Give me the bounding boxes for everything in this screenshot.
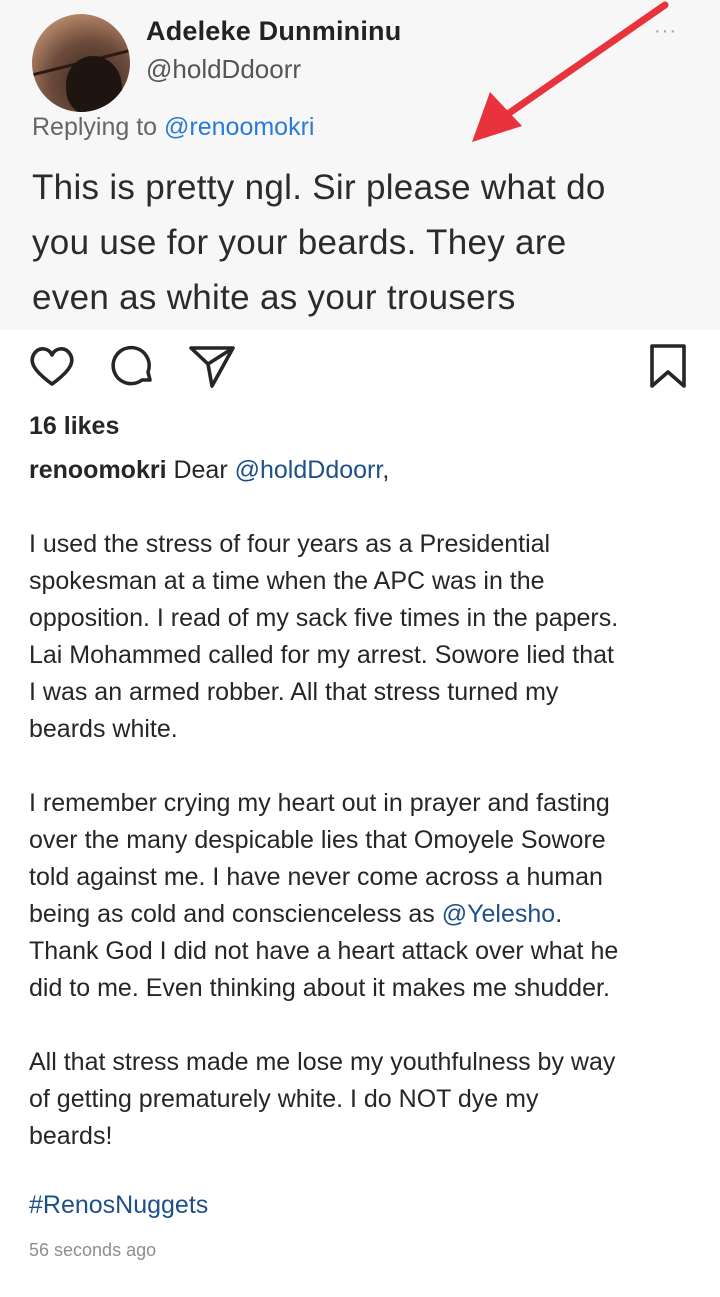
- caption-line: over the many despicable lies that Omoye…: [29, 826, 606, 854]
- caption-line: opposition. I read of my sack five times…: [29, 604, 619, 632]
- tweet-text-line: you use for your beards. They are: [32, 223, 567, 262]
- comment-bubble-icon[interactable]: [106, 340, 158, 392]
- caption-line: spokesman at a time when the APC was in …: [29, 567, 545, 595]
- caption-line: I used the stress of four years as a Pre…: [29, 530, 551, 558]
- replying-to-mention: @renoomokri: [164, 113, 315, 141]
- caption-mention-yelesho[interactable]: @Yelesho: [442, 900, 555, 928]
- hashtag-link[interactable]: #RenosNuggets: [29, 1191, 208, 1220]
- caption-line: Lai Mohammed called for my arrest. Sowor…: [29, 641, 614, 669]
- caption-line: being as cold and conscienceless as: [29, 900, 442, 928]
- caption-line: did to me. Even thinking about it makes …: [29, 974, 610, 1002]
- tweet-text-line: This is pretty ngl. Sir please what do: [32, 168, 606, 207]
- instagram-post-page: Adeleke Dunmininu @holdDdoorr ··· Replyi…: [0, 0, 720, 1297]
- greeting-prefix: Dear: [166, 456, 235, 484]
- caption-mention-holdddoorr[interactable]: @holdDdoorr: [235, 456, 383, 484]
- caption-line: Thank God I did not have a heart attack …: [29, 937, 619, 965]
- caption-username[interactable]: renoomokri: [29, 456, 167, 484]
- caption-line: told against me. I have never come acros…: [29, 863, 603, 891]
- caption-line: I remember crying my heart out in prayer…: [29, 789, 610, 817]
- caption-paragraph-2: I remember crying my heart out in prayer…: [29, 785, 709, 1007]
- post-caption: renoomokri Dear @holdDdoorr, I used the …: [29, 452, 709, 1155]
- replying-to-line: Replying to @renoomokri: [32, 113, 314, 142]
- tweet-text-line: even as white as your trousers: [32, 278, 516, 317]
- caption-greeting: renoomokri Dear @holdDdoorr,: [29, 452, 709, 489]
- caption-line: beards white.: [29, 715, 178, 743]
- tweet-screenshot: Adeleke Dunmininu @holdDdoorr ··· Replyi…: [0, 0, 720, 330]
- caption-paragraph-1: I used the stress of four years as a Pre…: [29, 526, 709, 748]
- post-action-bar: [0, 340, 720, 392]
- red-arrow-annotation: [472, 1, 669, 142]
- greeting-suffix: ,: [382, 456, 390, 484]
- heart-icon[interactable]: [26, 340, 78, 392]
- paper-plane-icon[interactable]: [186, 340, 238, 392]
- replying-prefix: Replying to: [32, 113, 165, 141]
- caption-line-suffix: .: [555, 900, 563, 928]
- post-timestamp: 56 seconds ago: [29, 1240, 157, 1260]
- tweet-display-name: Adeleke Dunmininu: [146, 16, 402, 46]
- tweet-handle: @holdDdoorr: [146, 54, 302, 84]
- avatar: [32, 14, 130, 112]
- caption-line: All that stress made me lose my youthful…: [29, 1048, 616, 1076]
- tweet-text: This is pretty ngl. Sir please what do y…: [32, 160, 712, 325]
- caption-line: I was an armed robber. All that stress t…: [29, 678, 559, 706]
- bookmark-icon[interactable]: [642, 340, 694, 392]
- likes-count[interactable]: 16 likes: [29, 412, 119, 441]
- caption-line: beards!: [29, 1122, 113, 1150]
- caption-paragraph-3: All that stress made me lose my youthful…: [29, 1044, 709, 1155]
- caption-line: of getting prematurely white. I do NOT d…: [29, 1085, 539, 1113]
